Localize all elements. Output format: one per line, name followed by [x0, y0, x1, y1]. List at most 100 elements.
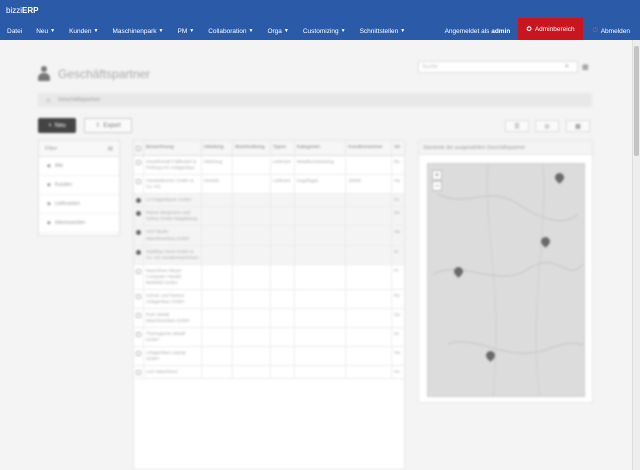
- zoom-out-button[interactable]: −: [432, 181, 442, 191]
- cell-name: Maschinen Meyer Computer Handel Bielefel…: [144, 264, 202, 289]
- row-select-cell[interactable]: [134, 309, 144, 328]
- map-pin-icon[interactable]: [486, 351, 495, 363]
- row-select-cell[interactable]: [134, 226, 144, 245]
- filter-item-alle[interactable]: ◆ Alle: [39, 157, 119, 176]
- table-row[interactable]: Ruhr Metall Maschinenbau GmbH Ge: [134, 309, 404, 329]
- filter-icon[interactable]: ▤: [108, 146, 113, 152]
- row-select-cell[interactable]: [134, 245, 144, 264]
- table-row[interactable]: Gesellschaft Fallbedarf & Prüfung KG Anl…: [134, 156, 404, 176]
- table-row[interactable]: Schulz und Partner Anlagenbau GmbH Ro: [134, 289, 404, 309]
- cell-name: Handelskontor GmbH & Co. KG: [144, 175, 202, 194]
- filter-item-lieferanten[interactable]: ◆ Lieferanten: [39, 195, 119, 214]
- nav-item-maschinenpark[interactable]: Maschinenpark ▼: [105, 28, 170, 35]
- row-checkbox[interactable]: [136, 249, 141, 255]
- cell-desc: [233, 309, 271, 328]
- row-checkbox[interactable]: [136, 351, 141, 357]
- header-abteilung[interactable]: Abteilung: [202, 141, 234, 155]
- select-all-checkbox[interactable]: [136, 146, 141, 151]
- row-select-cell[interactable]: [134, 175, 144, 194]
- header-kategorien[interactable]: Kategorien: [295, 141, 347, 155]
- cell-dept: [202, 366, 234, 379]
- view-list-button[interactable]: ☰: [505, 120, 529, 132]
- map-canvas[interactable]: + −: [427, 163, 585, 397]
- admin-area-button[interactable]: ✪ Adminbereich: [518, 18, 583, 40]
- search-icon[interactable]: ⌕: [565, 63, 569, 71]
- scrollbar-thumb[interactable]: [634, 46, 639, 156]
- header-select[interactable]: [134, 141, 144, 155]
- nav-item-schnittstellen[interactable]: Schnittstellen ▼: [353, 28, 413, 35]
- header-beschreibung[interactable]: Beschreibung: [233, 141, 271, 155]
- row-select-cell[interactable]: [134, 347, 144, 366]
- table-body: Gesellschaft Fallbedarf & Prüfung KG Anl…: [134, 156, 404, 380]
- row-checkbox[interactable]: [136, 198, 141, 204]
- cell-name: Stahlbau Nord GmbH & Co. KG Sondermaschi…: [144, 245, 202, 264]
- cell-kat: [295, 347, 347, 366]
- zoom-in-button[interactable]: +: [432, 170, 442, 180]
- cell-dept: [202, 328, 234, 347]
- header-typen[interactable]: Typen: [271, 141, 295, 155]
- nav-item-customizing[interactable]: Customizing ▼: [296, 28, 353, 35]
- logout-button[interactable]: ⏻ Abmelden: [583, 27, 640, 35]
- table-row[interactable]: Lo Feigenbaum GmbH Fe: [134, 194, 404, 208]
- filter-item-interessenten[interactable]: ◆ Interessenten: [39, 214, 119, 233]
- home-icon[interactable]: ⌂: [46, 97, 50, 104]
- map-pin-icon[interactable]: [555, 173, 564, 185]
- nav-item-orga[interactable]: Orga ▼: [260, 28, 295, 35]
- row-checkbox[interactable]: [136, 268, 141, 274]
- new-button[interactable]: + Neu: [38, 118, 76, 133]
- user-icon: [38, 66, 50, 82]
- brand-logo[interactable]: bizziERP: [6, 6, 38, 15]
- row-checkbox[interactable]: [136, 230, 141, 236]
- table-row[interactable]: HCP Berlin Maschinenbau GmbH Ha: [134, 226, 404, 246]
- row-checkbox[interactable]: [136, 211, 141, 217]
- export-button[interactable]: ⇪ Export: [84, 118, 132, 133]
- page-title-text: Geschäftspartner: [58, 67, 151, 81]
- table-row[interactable]: Handelskontor GmbH & Co. KG Vertrieb Liefe…: [134, 175, 404, 195]
- cell-name: HCP Berlin Maschinenbau GmbH: [144, 226, 202, 245]
- row-select-cell[interactable]: [134, 194, 144, 207]
- row-select-cell[interactable]: [134, 366, 144, 379]
- view-grid-button[interactable]: ▦: [566, 120, 590, 132]
- row-select-cell[interactable]: [134, 156, 144, 175]
- table-row[interactable]: Thüringische Metall GmbH Gr: [134, 328, 404, 348]
- table-row[interactable]: Stahlbau Nord GmbH & Co. KG Sondermaschi…: [134, 245, 404, 265]
- table-row[interactable]: Anlagenbau Leipzig GmbH Ha: [134, 347, 404, 367]
- cell-dept: [202, 226, 234, 245]
- nav-label-datei: Datei: [7, 27, 23, 35]
- nav-item-collaboration[interactable]: Collaboration ▼: [201, 28, 260, 35]
- map-pin-icon[interactable]: [454, 267, 463, 279]
- cell-dept: [202, 264, 234, 289]
- cell-name: Lo Feigenbaum GmbH: [144, 194, 202, 207]
- search-input[interactable]: Suche: [418, 61, 578, 73]
- table-row[interactable]: LUX Maschinen Kn: [134, 366, 404, 380]
- row-select-cell[interactable]: [134, 264, 144, 289]
- nav-item-pm[interactable]: PM ▼: [170, 28, 201, 35]
- row-select-cell[interactable]: [134, 289, 144, 308]
- row-select-cell[interactable]: [134, 328, 144, 347]
- nav-item-neu[interactable]: Neu ▼: [29, 28, 62, 35]
- grid-icon[interactable]: ▦: [582, 63, 589, 71]
- row-checkbox[interactable]: [136, 293, 141, 299]
- nav-item-kunden[interactable]: Kunden ▼: [62, 28, 105, 35]
- view-map-button[interactable]: ◎: [535, 120, 559, 132]
- cell-desc: [233, 245, 271, 264]
- row-select-cell[interactable]: [134, 207, 144, 226]
- table-row[interactable]: Rainer Bergmann und Söhne GmbH Magdeburg…: [134, 207, 404, 227]
- filter-item-label: Kunden: [54, 182, 73, 188]
- row-checkbox[interactable]: [136, 313, 141, 318]
- row-checkbox[interactable]: [136, 332, 141, 338]
- nav-label-neu: Neu: [36, 27, 49, 35]
- row-checkbox[interactable]: [136, 370, 141, 376]
- page-scrollbar[interactable]: [632, 40, 640, 470]
- header-strasse[interactable]: Str: [392, 141, 404, 155]
- header-kundennummer[interactable]: Kundennummer: [346, 141, 393, 155]
- nav-item-datei[interactable]: Datei: [0, 28, 29, 35]
- cell-str: Ge: [394, 312, 401, 317]
- filter-item-kunden[interactable]: ◆ Kunden: [39, 176, 119, 195]
- header-bezeichnung[interactable]: Bezeichnung: [144, 141, 202, 155]
- row-checkbox[interactable]: [136, 160, 141, 165]
- row-checkbox[interactable]: [136, 179, 141, 185]
- map-pin-icon[interactable]: [541, 237, 550, 249]
- nav-label-pm: PM: [177, 27, 188, 35]
- table-row[interactable]: Maschinen Meyer Computer Handel Bielefel…: [134, 264, 404, 290]
